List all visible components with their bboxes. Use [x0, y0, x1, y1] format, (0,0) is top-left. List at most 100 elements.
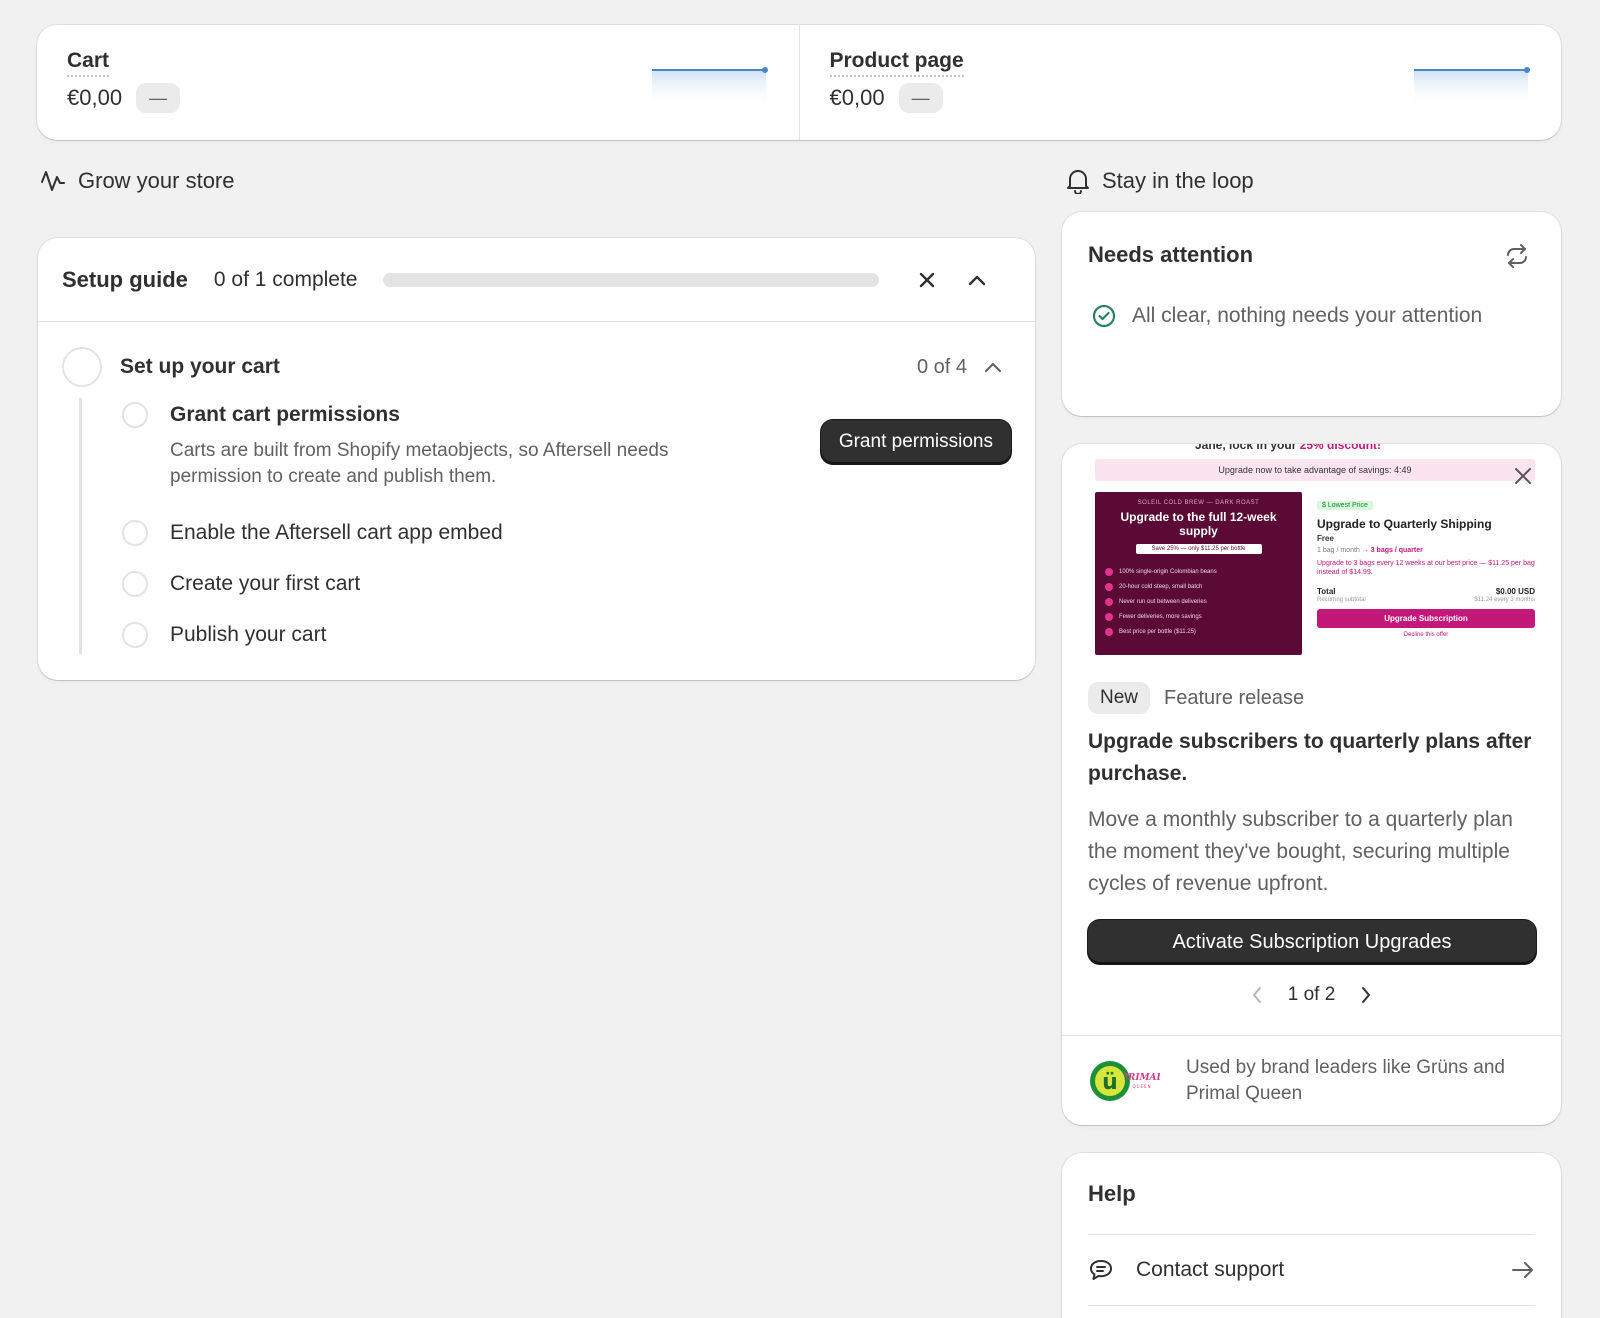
feature-title: Upgrade subscribers to quarterly plans a…	[1088, 730, 1532, 785]
task-title: Publish your cart	[170, 623, 327, 646]
help-divider	[1088, 1305, 1535, 1306]
sparkline-chart	[1414, 67, 1530, 107]
grow-your-store-heading: Grow your store	[40, 168, 235, 194]
feature-tags: New Feature release	[1088, 682, 1304, 714]
previous-page-button[interactable]	[1242, 980, 1272, 1010]
promo-headline: Jane, lock in your 25% discount!	[1195, 444, 1381, 452]
brand-logos: ü PRIMAL QUEEN	[1088, 1058, 1160, 1104]
metric-product-page[interactable]: Product page €0,00 —	[798, 25, 1562, 140]
metric-value: €0,00	[829, 85, 885, 110]
promo-countdown-bar: Upgrade now to take advantage of savings…	[1095, 459, 1535, 481]
chat-icon	[1090, 1260, 1112, 1280]
feature-description: Move a monthly subscriber to a quarterly…	[1088, 808, 1513, 895]
needs-attention-title: Needs attention	[1088, 242, 1254, 267]
promo-total-label: Total	[1317, 587, 1336, 596]
promo-benefit: 20-hour cold steep, small batch	[1105, 579, 1292, 594]
task-title: Enable the Aftersell cart app embed	[170, 521, 503, 544]
section-title: Grow your store	[78, 168, 235, 193]
all-clear-message: All clear, nothing needs your attention	[1092, 304, 1482, 328]
help-item-label: Contact support	[1136, 1258, 1285, 1281]
promo-product-panel: SOLEIL COLD BREW — DARK ROAST Upgrade to…	[1095, 492, 1302, 655]
promo-recurring-label: Recurring subtotal	[1317, 597, 1366, 603]
task-publish-cart[interactable]: Publish your cart	[122, 622, 1011, 654]
task-status-circle[interactable]	[122, 571, 148, 597]
task-status-circle[interactable]	[122, 520, 148, 546]
chevron-up-icon	[969, 275, 986, 285]
task-status-circle[interactable]	[122, 402, 148, 428]
collapse-group-button[interactable]	[975, 349, 1011, 385]
primal-queen-logo-sub: QUEEN	[1132, 1084, 1151, 1089]
primal-queen-logo-icon: PRIMAL QUEEN	[1124, 1073, 1160, 1089]
task-group-count: 0 of 4	[916, 355, 967, 378]
help-card: Help Contact support	[1062, 1153, 1561, 1318]
promo-total-value: $0.00 USD	[1495, 587, 1535, 596]
promo-recurring-row: Recurring subtotal $11.24 every 3 months	[1317, 597, 1535, 603]
activate-subscription-upgrades-button[interactable]: Activate Subscription Upgrades	[1088, 920, 1536, 964]
promo-plan-from: 1 bag / month	[1317, 547, 1360, 554]
collapse-setup-button[interactable]	[959, 262, 995, 298]
task-description: Carts are built from Shopify metaobjects…	[170, 440, 669, 487]
metric-cart[interactable]: Cart €0,00 —	[37, 25, 799, 140]
promo-offer-description: Upgrade to 3 bags every 12 weeks at our …	[1317, 560, 1535, 576]
refresh-icon	[1507, 244, 1527, 268]
needs-attention-card: Needs attention All clear, nothing needs…	[1062, 212, 1561, 416]
primal-queen-logo-word: PRIMAL	[1124, 1073, 1160, 1083]
metric-label[interactable]: Cart	[67, 49, 110, 77]
new-badge: New	[1088, 682, 1151, 714]
help-title: Help	[1088, 1181, 1136, 1206]
setup-progress-text: 0 of 1 complete	[213, 267, 358, 291]
section-title: Stay in the loop	[1102, 168, 1254, 193]
metrics-card: Cart €0,00 — Product page €0,00 —	[37, 25, 1561, 140]
social-proof-footer: ü PRIMAL QUEEN Used by brand leaders lik…	[1062, 1035, 1561, 1125]
metric-value: €0,00	[67, 85, 123, 110]
chevron-right-icon	[1362, 987, 1371, 1003]
activity-icon	[41, 171, 65, 191]
arrow-right-icon	[1512, 1262, 1533, 1278]
all-clear-text: All clear, nothing needs your attention	[1132, 304, 1483, 327]
feature-release-card: Jane, lock in your 25% discount! Upgrade…	[1062, 444, 1561, 1125]
gruns-logo-letter: ü	[1102, 1070, 1118, 1095]
task-status-circle[interactable]	[122, 622, 148, 648]
refresh-button[interactable]	[1499, 238, 1535, 274]
contact-support-item[interactable]: Contact support	[1088, 1235, 1535, 1305]
bell-icon	[1067, 170, 1089, 194]
promo-lowest-price-tag: $ Lowest Price	[1317, 501, 1373, 510]
promo-benefit: Best price per bottle ($11.25)	[1105, 624, 1292, 639]
promo-offer-panel: $ Lowest Price Upgrade to Quarterly Ship…	[1317, 494, 1535, 657]
task-list: Grant cart permissions Carts are built f…	[79, 398, 1011, 654]
promo-close-button[interactable]	[1505, 458, 1541, 494]
dismiss-setup-button[interactable]	[909, 262, 945, 298]
task-create-first-cart[interactable]: Create your first cart	[122, 571, 1011, 622]
promo-free-label: Free	[1317, 534, 1334, 543]
chevron-left-icon	[1252, 987, 1261, 1003]
task-group-header[interactable]: Set up your cart 0 of 4	[62, 346, 1011, 388]
metric-change-badge: —	[898, 83, 943, 113]
promo-plan-change: 1 bag / month → 3 bags / quarter	[1317, 547, 1423, 554]
promo-total-row: Total $0.00 USD	[1317, 587, 1535, 596]
task-group-cart: Set up your cart 0 of 4 Grant cart permi…	[38, 322, 1035, 654]
close-icon	[920, 272, 935, 287]
promo-decline-link: Decline this offer	[1403, 632, 1449, 638]
promo-savings-pill: Save 25% — only $11.25 per bottle	[1135, 544, 1262, 554]
pager-text: 1 of 2	[1287, 984, 1336, 1005]
feature-pager: 1 of 2	[1062, 980, 1561, 1010]
promo-benefit: 100% single-origin Colombian beans	[1105, 564, 1292, 579]
stay-in-the-loop-heading: Stay in the loop	[1066, 168, 1254, 194]
setup-guide-header: Setup guide 0 of 1 complete	[38, 238, 1035, 322]
task-enable-app-embed[interactable]: Enable the Aftersell cart app embed	[122, 520, 1011, 571]
metric-label[interactable]: Product page	[829, 49, 964, 77]
promo-benefits-list: 100% single-origin Colombian beans 20-ho…	[1105, 564, 1292, 639]
task-group-title: Set up your cart	[120, 355, 280, 378]
task-grant-permissions[interactable]: Grant cart permissions Carts are built f…	[122, 398, 1011, 520]
next-page-button[interactable]	[1351, 980, 1381, 1010]
setup-guide-card: Setup guide 0 of 1 complete Set up your …	[38, 238, 1035, 680]
group-status-circle	[62, 347, 102, 387]
promo-eyebrow: SOLEIL COLD BREW — DARK ROAST	[1137, 500, 1260, 506]
feature-release-label: Feature release	[1164, 686, 1305, 709]
promo-benefit: Fewer deliveries, more savings	[1105, 609, 1292, 624]
check-circle-icon	[1092, 304, 1116, 328]
sparkline-chart	[651, 67, 768, 107]
grant-permissions-button[interactable]: Grant permissions	[820, 420, 1011, 464]
task-title: Create your first cart	[170, 572, 361, 595]
close-icon	[1515, 468, 1531, 484]
